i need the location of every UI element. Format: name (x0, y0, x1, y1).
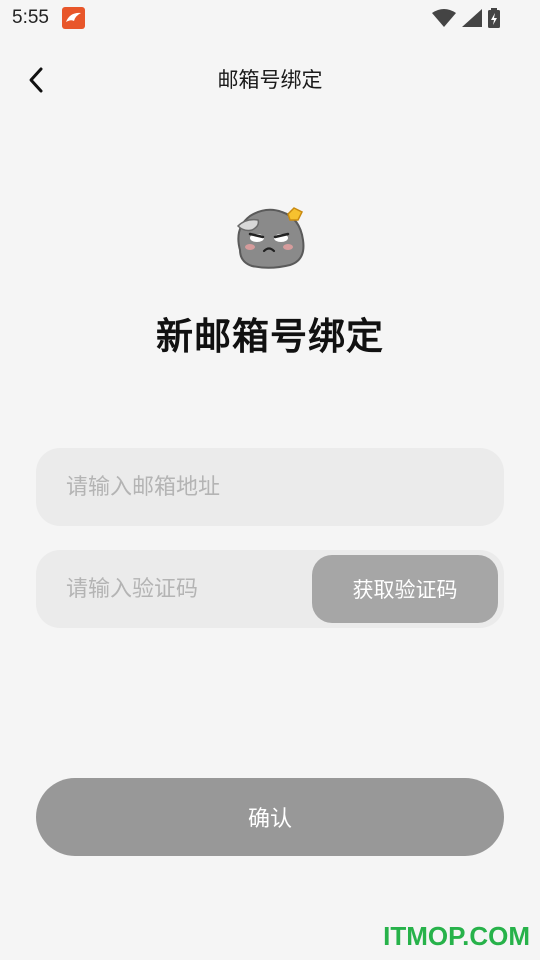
grumpy-rock-mascot-icon (232, 204, 308, 270)
watermark-logo: ITMOP.COM (383, 921, 530, 951)
verification-code-input[interactable] (66, 550, 316, 628)
cellular-signal-icon (462, 9, 482, 31)
email-input[interactable] (66, 448, 486, 526)
status-time: 5:55 (12, 7, 49, 28)
page-title: 邮箱号绑定 (217, 68, 323, 92)
confirm-button[interactable]: 确认 (36, 778, 504, 856)
verification-code-field: 获取验证码 (36, 550, 504, 628)
email-field (36, 448, 504, 526)
status-bar: 5:55 (0, 0, 540, 36)
app-notification-icon (62, 7, 85, 29)
wifi-icon (432, 9, 456, 31)
get-code-button[interactable]: 获取验证码 (312, 555, 498, 623)
status-icons (432, 8, 500, 32)
headline: 新邮箱号绑定 (156, 315, 384, 358)
navigation-bar: 邮箱号绑定 (0, 48, 540, 108)
battery-charging-icon (488, 8, 500, 32)
